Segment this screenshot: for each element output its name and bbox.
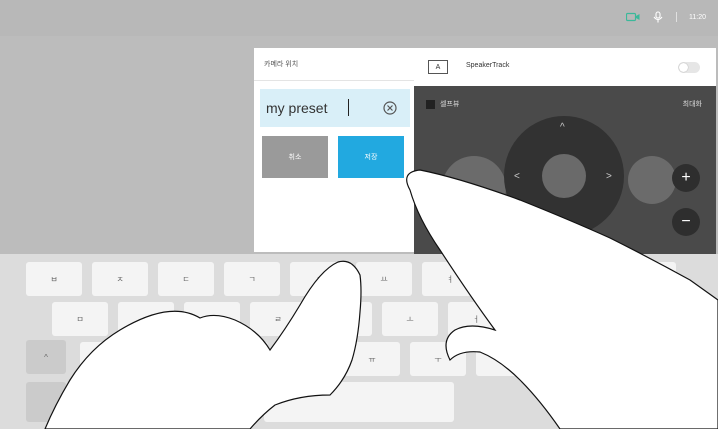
keyboard-key[interactable]: ㅓ	[448, 302, 504, 336]
camera-view[interactable]: 셀프뷰 최대화 ^ < > + −	[414, 86, 716, 254]
keyboard-key[interactable]: ㅇ	[184, 302, 240, 336]
status-area: 11:20	[626, 11, 706, 23]
keyboard-key[interactable]: ㄷ	[158, 262, 214, 296]
keyboard-key[interactable]: ㅑ	[488, 262, 544, 296]
selfview-text: 셀프뷰	[440, 101, 460, 108]
selfview-label[interactable]: 셀프뷰	[426, 99, 459, 109]
keyboard-key[interactable]: ㅗ	[382, 302, 438, 336]
preset-header: 카메라 위치	[264, 61, 299, 68]
keyboard-key[interactable]: ㅐ	[554, 262, 610, 296]
speakertrack-toggle[interactable]	[678, 62, 700, 73]
space-key[interactable]	[264, 382, 454, 422]
text-caret	[348, 99, 349, 116]
shift-icon: ^	[44, 352, 48, 362]
camera-icon[interactable]	[626, 12, 640, 22]
keyboard-key[interactable]: ㅏ	[514, 302, 570, 336]
speakertrack-label: SpeakerTrack	[466, 62, 510, 69]
participant-bubble	[442, 156, 506, 220]
zoom-out-icon[interactable]: −	[672, 208, 700, 236]
status-divider	[676, 12, 677, 22]
keyboard-key[interactable]: ㅌ	[146, 342, 202, 376]
zoom-in-icon[interactable]: +	[672, 164, 700, 192]
on-screen-keyboard: ㅂㅈㄷㄱㅅㅛㅕㅑㅐㅔ ㅁㄴㅇㄹㅎㅗㅓㅏㅣ ㅋㅌㅊㅍㅠㅜㅡ ^	[0, 254, 718, 429]
mic-icon[interactable]	[652, 11, 664, 23]
camera-panel: A SpeakerTrack 셀프뷰 최대화 ^ < > + −	[414, 48, 716, 254]
maximize-label[interactable]: 최대화	[683, 99, 702, 109]
speakertrack-icon: A	[428, 60, 448, 74]
keyboard-key[interactable]: ㅠ	[344, 342, 400, 376]
tilt-up-arrow[interactable]: ^	[560, 122, 565, 133]
keyboard-key[interactable]: ㅕ	[422, 262, 478, 296]
save-button[interactable]: 저장	[338, 136, 404, 178]
shift-key[interactable]: ^	[26, 340, 66, 374]
keyboard-key[interactable]: ㄴ	[118, 302, 174, 336]
participant-bubble	[628, 156, 676, 204]
keyboard-key[interactable]: ㅣ	[580, 302, 636, 336]
preset-divider	[254, 80, 414, 81]
keyboard-key[interactable]: ㄹ	[250, 302, 306, 336]
pan-right-arrow[interactable]: >	[606, 171, 612, 182]
pan-left-arrow[interactable]: <	[514, 171, 520, 182]
top-bar: 11:20	[0, 0, 718, 36]
keyboard-key[interactable]: ㅡ	[476, 342, 532, 376]
keyboard-key[interactable]: ㅁ	[52, 302, 108, 336]
keyboard-key[interactable]: ㅈ	[92, 262, 148, 296]
preset-panel: 카메라 위치 취소 저장	[254, 48, 414, 252]
selfview-square-icon	[426, 99, 435, 109]
keyboard-key[interactable]: ㅊ	[212, 342, 268, 376]
keyboard-key[interactable]: ㅛ	[356, 262, 412, 296]
speakertrack-row: A SpeakerTrack	[414, 48, 716, 86]
cancel-button[interactable]: 취소	[262, 136, 328, 178]
keyboard-key[interactable]: ㅔ	[620, 262, 676, 296]
clear-icon[interactable]	[383, 101, 397, 115]
keyboard-key[interactable]: ㄱ	[224, 262, 280, 296]
keyboard-key[interactable]: ㅎ	[316, 302, 372, 336]
keyboard-key[interactable]: ㅍ	[278, 342, 334, 376]
symbols-key[interactable]	[26, 382, 66, 422]
keyboard-key[interactable]: ㅂ	[26, 262, 82, 296]
pan-tilt-center[interactable]	[542, 154, 586, 198]
keyboard-key[interactable]: ㅅ	[290, 262, 346, 296]
clock: 11:20	[689, 13, 706, 21]
keyboard-key[interactable]: ㅜ	[410, 342, 466, 376]
keyboard-key[interactable]: ㅋ	[80, 342, 136, 376]
